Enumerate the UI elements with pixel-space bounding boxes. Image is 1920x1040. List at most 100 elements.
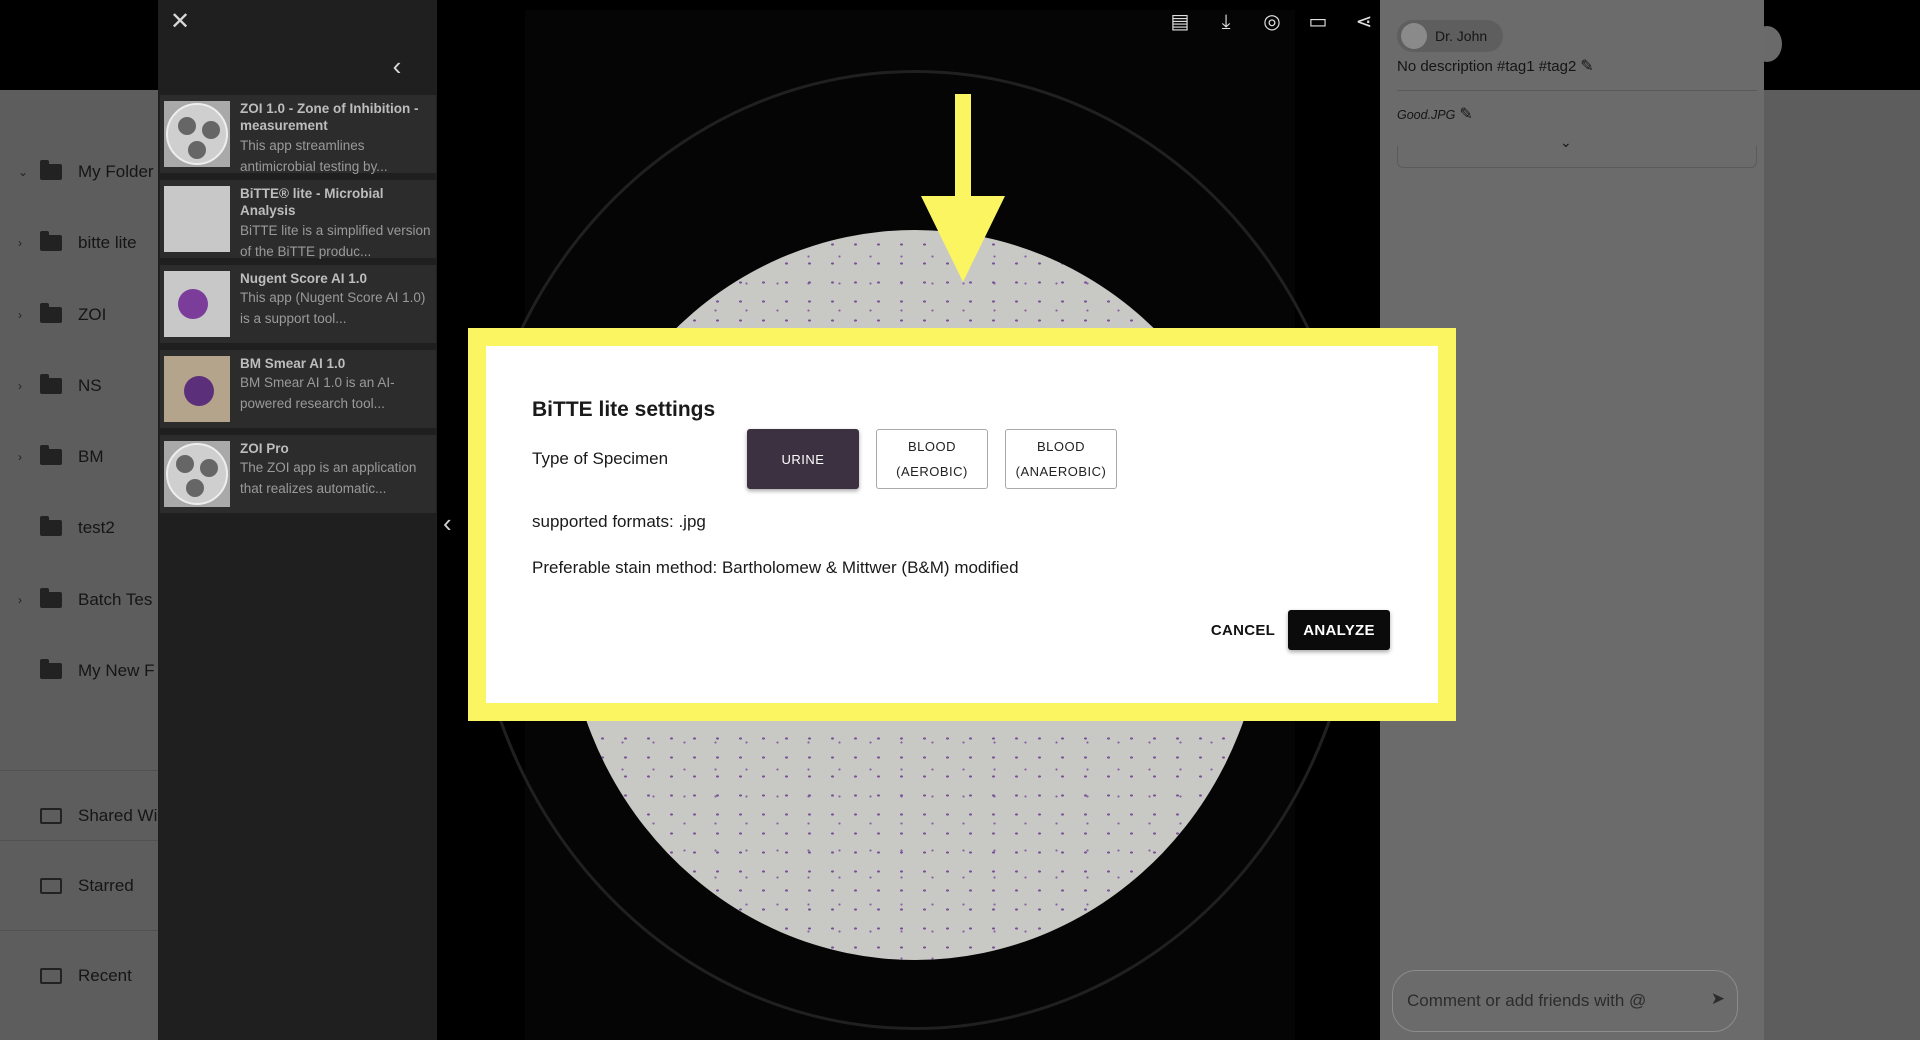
app-thumbnail [164, 441, 230, 507]
folder-icon [40, 659, 62, 679]
stain-method: Preferable stain method: Bartholomew & M… [532, 558, 1019, 577]
nav-item-label: My Folder [78, 162, 154, 181]
folder-icon [40, 516, 62, 536]
app-thumbnail [164, 356, 230, 422]
option-label: BLOOD (AEROBIC) [896, 439, 968, 479]
app-description: BiTTE lite is a simplified version of th… [240, 223, 431, 259]
app-description: This app streamlines antimicrobial testi… [240, 138, 388, 174]
comment-input[interactable]: Comment or add friends with @ ➤ [1392, 970, 1738, 1032]
annotation-arrow-head [921, 196, 1005, 282]
app-card-zoi[interactable]: ZOI 1.0 - Zone of Inhibition - measureme… [160, 95, 436, 174]
app-description: BM Smear AI 1.0 is an AI-powered researc… [240, 375, 395, 411]
pencil-icon[interactable]: ✎ [1459, 104, 1472, 124]
viewer-toolbar: ▤ ⤓ ◎ ▭ ⋖ [1168, 10, 1376, 34]
nav-item-label: test2 [78, 518, 115, 537]
nav-section-shared[interactable]: Shared Wi [0, 796, 158, 836]
annotation-arrow [955, 94, 971, 204]
recent-folder-icon [40, 968, 62, 984]
app-card-bm-smear[interactable]: BM Smear AI 1.0 BM Smear AI 1.0 is an AI… [160, 350, 436, 428]
nav-section-starred[interactable]: Starred [0, 866, 158, 906]
description: No description #tag1 #tag2 ✎ [1397, 56, 1594, 76]
folder-icon [40, 374, 62, 394]
app-card-nugent[interactable]: Nugent Score AI 1.0 This app (Nugent Sco… [160, 265, 436, 343]
chevron-left-icon[interactable]: ‹ [443, 508, 452, 539]
nav-item-label: BM [78, 447, 104, 466]
app-card-zoi-pro[interactable]: ZOI Pro The ZOI app is an application th… [160, 435, 436, 513]
file-name: Good.JPG [1397, 108, 1456, 122]
folder-icon [40, 445, 62, 465]
close-icon[interactable]: ✕ [166, 8, 194, 36]
analyze-button[interactable]: ANALYZE [1288, 610, 1390, 650]
nav-section-label: Starred [78, 876, 134, 895]
chevron-right-icon[interactable]: › [18, 308, 36, 322]
visibility-off-icon[interactable]: ◎ [1260, 10, 1284, 34]
option-label: URINE [781, 451, 825, 467]
nav-item-label: ZOI [78, 305, 107, 324]
nav-item-bitte-lite[interactable]: › bitte lite [0, 223, 158, 263]
nav-item-my-new-folder[interactable]: My New F [0, 651, 158, 691]
user-name: Dr. John [1435, 28, 1488, 44]
chevron-right-icon[interactable]: › [18, 450, 36, 464]
left-navigation: ⌄ My Folder › bitte lite › ZOI › NS › BM… [0, 90, 158, 1040]
shared-folder-icon [40, 808, 62, 824]
details-divider [1397, 90, 1757, 91]
nav-item-test2[interactable]: test2 [0, 508, 158, 548]
settings-dialog: BiTTE lite settings Type of Specimen URI… [486, 346, 1438, 703]
app-title: Nugent Score AI 1.0 [240, 271, 368, 286]
send-icon[interactable]: ➤ [1711, 989, 1725, 1009]
description-text: No description #tag1 #tag2 [1397, 58, 1577, 75]
share-icon[interactable]: ⋖ [1352, 10, 1376, 34]
chevron-right-icon[interactable]: › [18, 593, 36, 607]
app-title: BiTTE® lite - Microbial Analysis [240, 186, 384, 218]
app-title: ZOI Pro [240, 441, 289, 456]
folder-icon [40, 588, 62, 608]
folder-icon [40, 231, 62, 251]
chevron-right-icon[interactable]: › [18, 236, 36, 250]
nav-item-batch-test[interactable]: › Batch Tes [0, 580, 158, 620]
nav-section-label: Shared Wi [78, 806, 158, 825]
app-thumbnail [164, 186, 230, 252]
avatar [1401, 23, 1427, 49]
app-description: This app (Nugent Score AI 1.0) is a supp… [240, 290, 426, 326]
dialog-title: BiTTE lite settings [532, 398, 716, 421]
file-name-row: Good.JPG ✎ [1397, 104, 1473, 124]
user-chip[interactable]: Dr. John [1397, 20, 1503, 52]
expandable-section [1397, 146, 1757, 168]
comment-placeholder: Comment or add friends with @ [1407, 991, 1647, 1010]
option-label: BLOOD (ANAEROBIC) [1015, 439, 1107, 479]
app-thumbnail [164, 101, 230, 167]
nav-item-label: My New F [78, 661, 155, 680]
app-title: ZOI 1.0 - Zone of Inhibition - measureme… [240, 101, 419, 133]
nav-item-my-folder[interactable]: ⌄ My Folder [0, 152, 158, 192]
app-card-bitte-lite[interactable]: BiTTE® lite - Microbial Analysis BiTTE l… [160, 180, 436, 259]
nav-item-label: NS [78, 376, 102, 395]
nav-divider [0, 930, 158, 931]
specimen-option-blood-aerobic[interactable]: BLOOD (AEROBIC) [876, 429, 988, 489]
cancel-button[interactable]: CANCEL [1210, 610, 1276, 650]
chevron-left-icon[interactable]: ‹ [383, 52, 411, 80]
download-icon[interactable]: ⤓ [1214, 10, 1238, 34]
comment-icon[interactable]: ▭ [1306, 10, 1330, 34]
chevron-right-icon[interactable]: › [18, 379, 36, 393]
nav-divider [0, 840, 158, 841]
pencil-icon[interactable]: ✎ [1580, 56, 1593, 76]
chevron-down-icon[interactable]: ⌄ [18, 165, 36, 179]
nav-item-label: Batch Tes [78, 590, 153, 609]
nav-item-zoi[interactable]: › ZOI [0, 295, 158, 335]
nav-item-label: bitte lite [78, 233, 137, 252]
nav-section-label: Recent [78, 966, 132, 985]
nav-item-ns[interactable]: › NS [0, 366, 158, 406]
app-description: The ZOI app is an application that reali… [240, 460, 417, 496]
specimen-option-urine[interactable]: URINE [747, 429, 859, 489]
app-title: BM Smear AI 1.0 [240, 356, 346, 371]
supported-formats: supported formats: .jpg [532, 512, 706, 531]
app-thumbnail [164, 271, 230, 337]
nav-divider [0, 770, 158, 771]
nav-item-bm[interactable]: › BM [0, 437, 158, 477]
pdf-icon[interactable]: ▤ [1168, 10, 1192, 34]
specimen-option-blood-anaerobic[interactable]: BLOOD (ANAEROBIC) [1005, 429, 1117, 489]
starred-folder-icon [40, 878, 62, 894]
specimen-label: Type of Specimen [532, 449, 669, 468]
person-folder-icon [40, 160, 62, 180]
nav-section-recent[interactable]: Recent [0, 956, 158, 996]
